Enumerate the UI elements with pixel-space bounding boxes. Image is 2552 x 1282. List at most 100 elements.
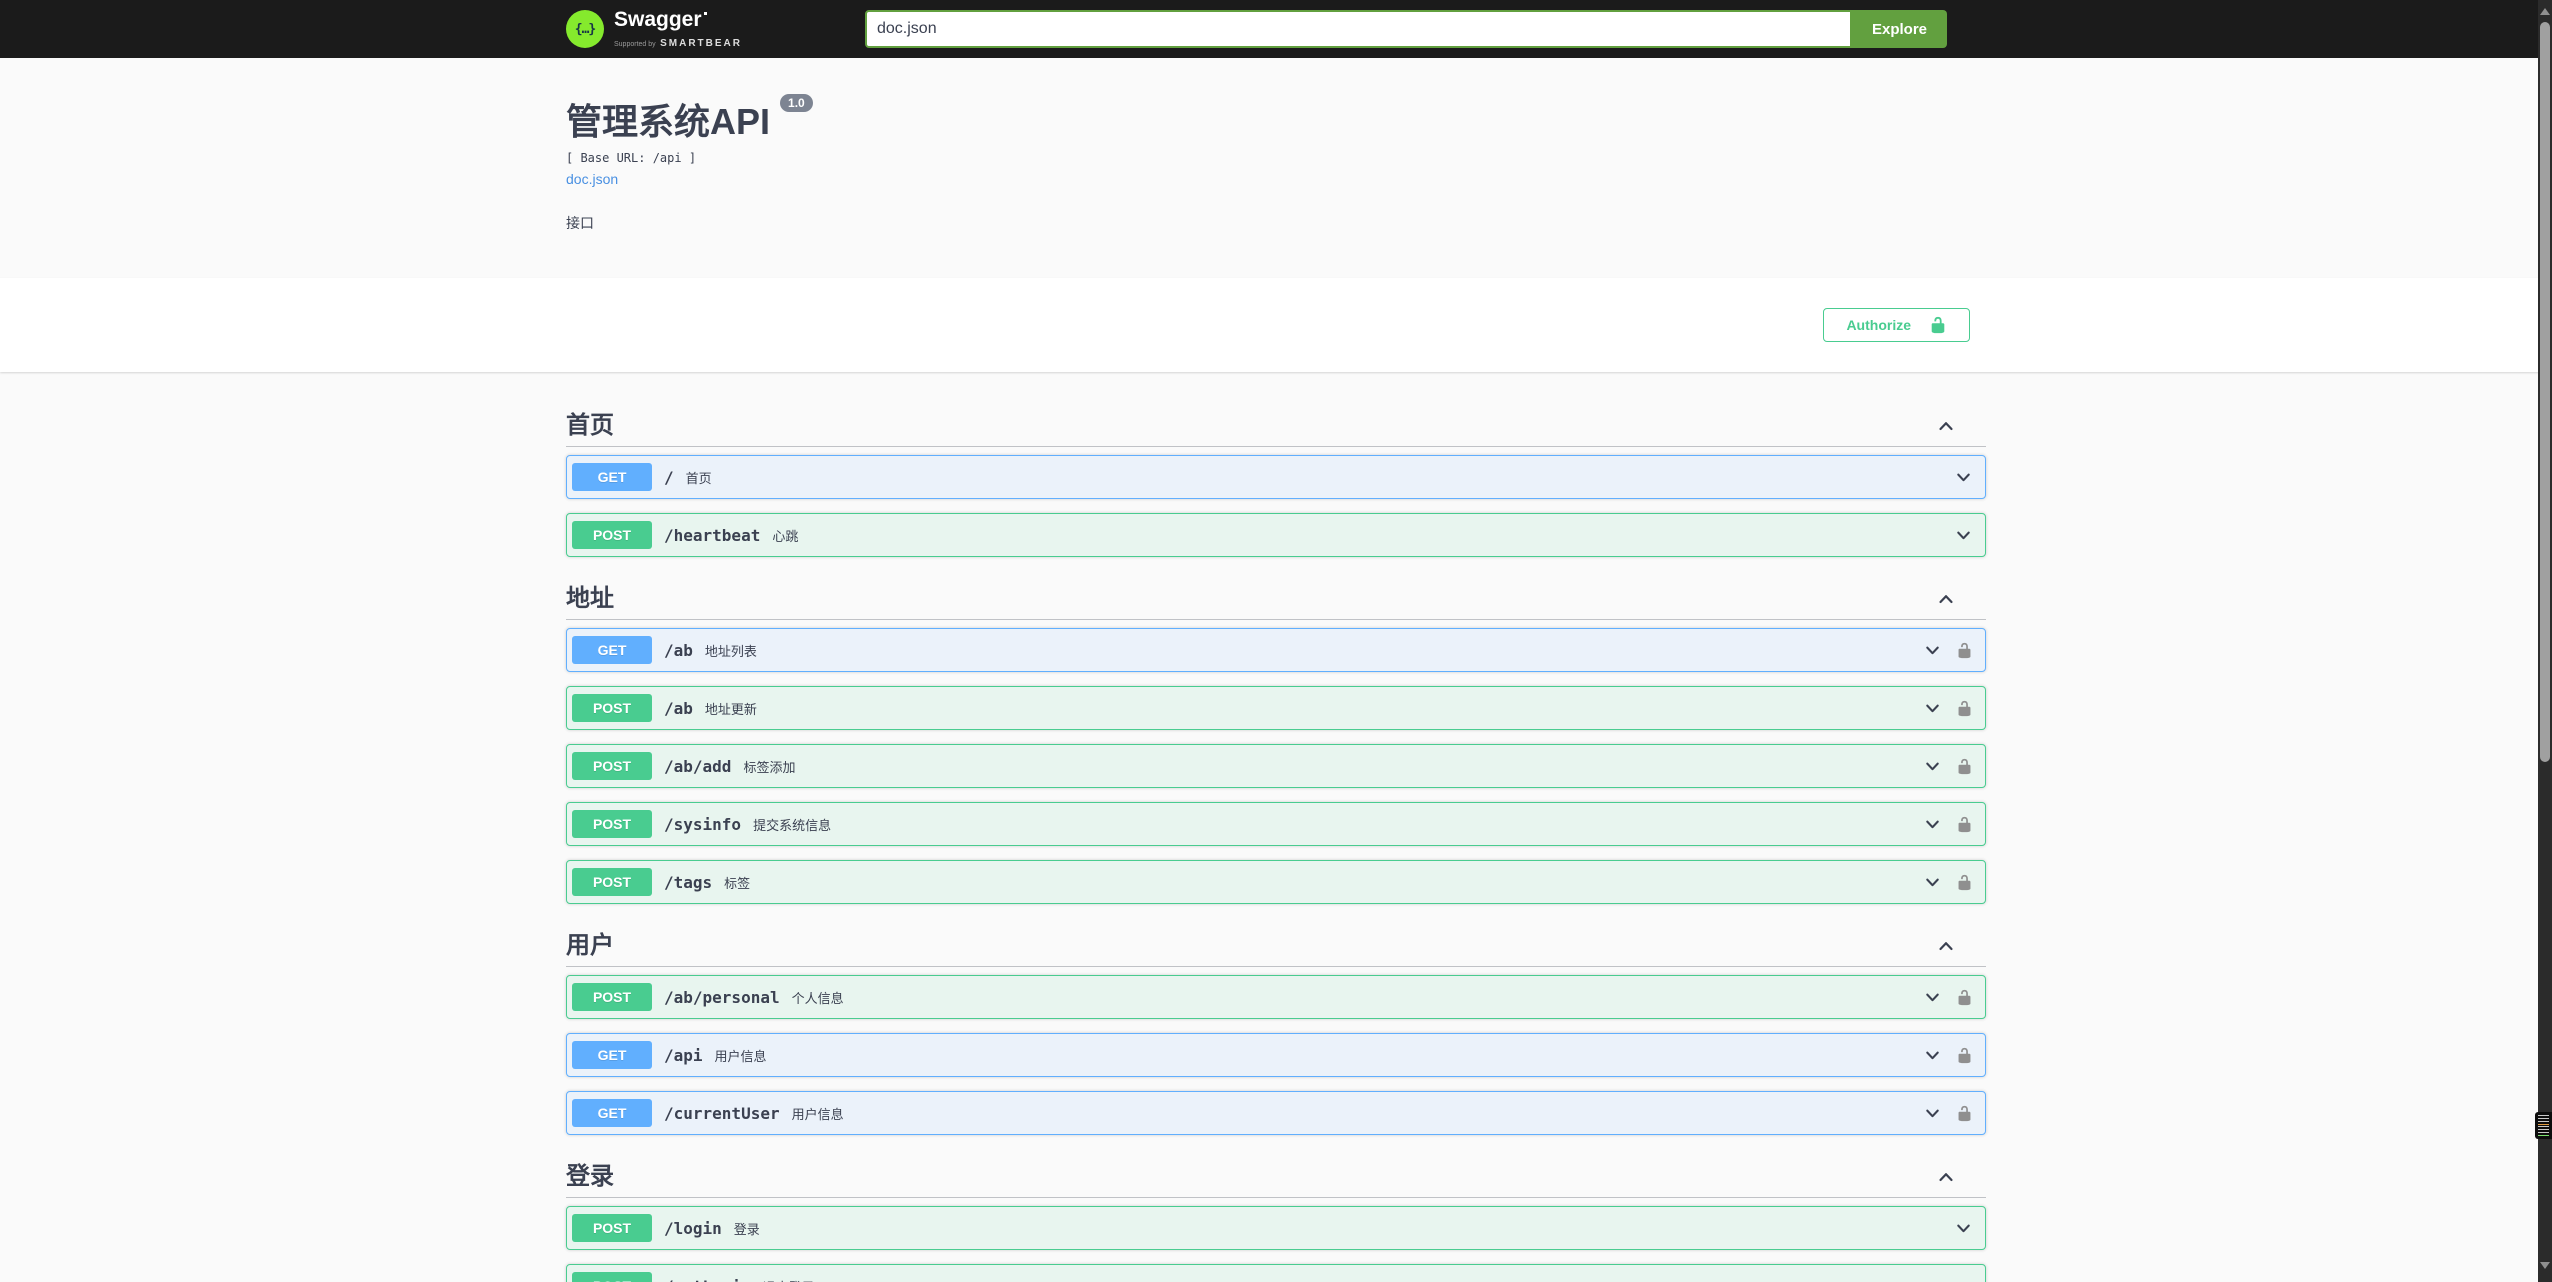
auth-lock-icon[interactable]	[1956, 641, 1973, 660]
swagger-logo[interactable]: {…} Swagger Supported by SMARTBEAR	[566, 8, 742, 51]
chevron-down-icon[interactable]	[1923, 873, 1942, 892]
operation-path[interactable]: /ab/add	[664, 757, 731, 776]
operation-path[interactable]: /ab	[664, 641, 693, 660]
method-badge: POST	[572, 1272, 652, 1282]
base-url: [ Base URL: /api ]	[566, 151, 697, 165]
operation-summary: 登录	[733, 1221, 760, 1237]
operation-row[interactable]: POST/tags 标签	[566, 860, 1986, 904]
chevron-down-icon[interactable]	[1923, 815, 1942, 834]
operation-path[interactable]: /outLogin	[664, 1277, 751, 1282]
spec-link[interactable]: doc.json	[566, 170, 618, 188]
operation-row[interactable]: GET/api 用户信息	[566, 1033, 1986, 1077]
operation-summary-bar: GET/currentUser 用户信息	[567, 1092, 1985, 1134]
operation-summary: 用户信息	[714, 1048, 767, 1064]
chevron-down-icon[interactable]	[1923, 1046, 1942, 1065]
api-section-header[interactable]: 地址	[566, 579, 1986, 620]
operation-row[interactable]: POST/ab/personal 个人信息	[566, 975, 1986, 1019]
operation-summary-bar: POST/heartbeat 心跳	[567, 514, 1985, 556]
operation-path[interactable]: /ab	[664, 699, 693, 718]
operation-path[interactable]: /api	[664, 1046, 703, 1065]
version-badge: 1.0	[780, 94, 813, 112]
operations-list: 首页 GET / 首页 POST/heartbeat 心跳 地址 GET/ab 地址列表 POST…	[546, 372, 2006, 1282]
authorize-label: Authorize	[1846, 317, 1911, 333]
chevron-down-icon[interactable]	[1954, 1277, 1973, 1282]
operation-row[interactable]: GET/currentUser 用户信息	[566, 1091, 1986, 1135]
operation-summary-bar: GET/ab 地址列表	[567, 629, 1985, 671]
operation-path[interactable]: /	[664, 468, 674, 487]
operation-summary: 提交系统信息	[753, 817, 832, 833]
operation-row[interactable]: GET/ab 地址列表	[566, 628, 1986, 672]
chevron-down-icon[interactable]	[1954, 1219, 1973, 1238]
trademark-dot	[703, 11, 707, 15]
api-section-header[interactable]: 首页	[566, 406, 1986, 447]
method-badge: GET	[572, 636, 652, 664]
method-badge: GET	[572, 1041, 652, 1069]
method-badge: POST	[572, 1214, 652, 1242]
scrollbar-thumb[interactable]	[2540, 22, 2550, 762]
section-title: 地址	[566, 585, 614, 612]
operation-path[interactable]: /ab/personal	[664, 988, 780, 1007]
chevron-up-icon[interactable]	[1936, 416, 1956, 436]
chevron-down-icon[interactable]	[1923, 641, 1942, 660]
chevron-down-icon[interactable]	[1954, 526, 1973, 545]
operation-row[interactable]: POST/heartbeat 心跳	[566, 513, 1986, 557]
explore-button[interactable]: Explore	[1852, 10, 1947, 48]
operation-path[interactable]: /tags	[664, 873, 712, 892]
method-badge: POST	[572, 694, 652, 722]
operation-row[interactable]: POST/sysinfo 提交系统信息	[566, 802, 1986, 846]
operation-summary-bar: POST/ab/add 标签添加	[567, 745, 1985, 787]
operation-path[interactable]: /login	[664, 1219, 722, 1238]
page-title: 管理系统API 1.0	[566, 94, 1986, 144]
method-badge: POST	[572, 752, 652, 780]
operation-summary-bar: POST/outLogin 退出登录	[567, 1265, 1985, 1282]
method-badge: POST	[572, 810, 652, 838]
operation-summary-bar: GET / 首页	[567, 456, 1985, 498]
authorize-button[interactable]: Authorize	[1823, 308, 1970, 342]
section-title: 用户	[566, 932, 614, 959]
api-section-header[interactable]: 登录	[566, 1157, 1986, 1198]
scheme-container: Authorize	[0, 278, 2552, 372]
operation-summary-bar: POST/ab/personal 个人信息	[567, 976, 1985, 1018]
chevron-down-icon[interactable]	[1923, 988, 1942, 1007]
chevron-down-icon[interactable]	[1923, 757, 1942, 776]
scrollbar[interactable]	[2538, 0, 2552, 1282]
operation-summary-bar: POST/tags 标签	[567, 861, 1985, 903]
operation-path[interactable]: /currentUser	[664, 1104, 780, 1123]
auth-lock-icon[interactable]	[1956, 815, 1973, 834]
auth-lock-icon[interactable]	[1956, 699, 1973, 718]
operation-row[interactable]: POST/ab/add 标签添加	[566, 744, 1986, 788]
api-description: 接口	[566, 215, 594, 231]
auth-lock-icon[interactable]	[1956, 988, 1973, 1007]
chevron-down-icon[interactable]	[1954, 468, 1973, 487]
chevron-up-icon[interactable]	[1936, 936, 1956, 956]
spec-url-input[interactable]	[865, 10, 1852, 48]
method-badge: POST	[572, 868, 652, 896]
topbar: {…} Swagger Supported by SMARTBEAR Explo…	[0, 0, 2552, 58]
swagger-logo-icon: {…}	[566, 10, 604, 48]
chevron-up-icon[interactable]	[1936, 589, 1956, 609]
scrollbar-down-arrow[interactable]	[2538, 1256, 2552, 1274]
method-badge: GET	[572, 463, 652, 491]
scrollbar-up-arrow[interactable]	[2538, 2, 2552, 20]
api-section-header[interactable]: 用户	[566, 926, 1986, 967]
method-badge: POST	[572, 521, 652, 549]
chevron-down-icon[interactable]	[1923, 699, 1942, 718]
auth-lock-icon[interactable]	[1956, 1046, 1973, 1065]
operation-row[interactable]: POST/outLogin 退出登录	[566, 1264, 1986, 1282]
method-badge: GET	[572, 1099, 652, 1127]
operation-row[interactable]: GET / 首页	[566, 455, 1986, 499]
operation-row[interactable]: POST/login 登录	[566, 1206, 1986, 1250]
operation-path[interactable]: /heartbeat	[664, 526, 760, 545]
method-badge: POST	[572, 983, 652, 1011]
operation-summary: 个人信息	[791, 990, 844, 1006]
auth-lock-icon[interactable]	[1956, 757, 1973, 776]
operation-summary-bar: POST/ab 地址更新	[567, 687, 1985, 729]
operation-path[interactable]: /sysinfo	[664, 815, 741, 834]
operation-row[interactable]: POST/ab 地址更新	[566, 686, 1986, 730]
operation-summary: 标签	[724, 875, 751, 891]
chevron-down-icon[interactable]	[1923, 1104, 1942, 1123]
auth-lock-icon[interactable]	[1956, 1104, 1973, 1123]
auth-lock-icon[interactable]	[1956, 873, 1973, 892]
operation-summary: 地址更新	[704, 701, 757, 717]
chevron-up-icon[interactable]	[1936, 1167, 1956, 1187]
